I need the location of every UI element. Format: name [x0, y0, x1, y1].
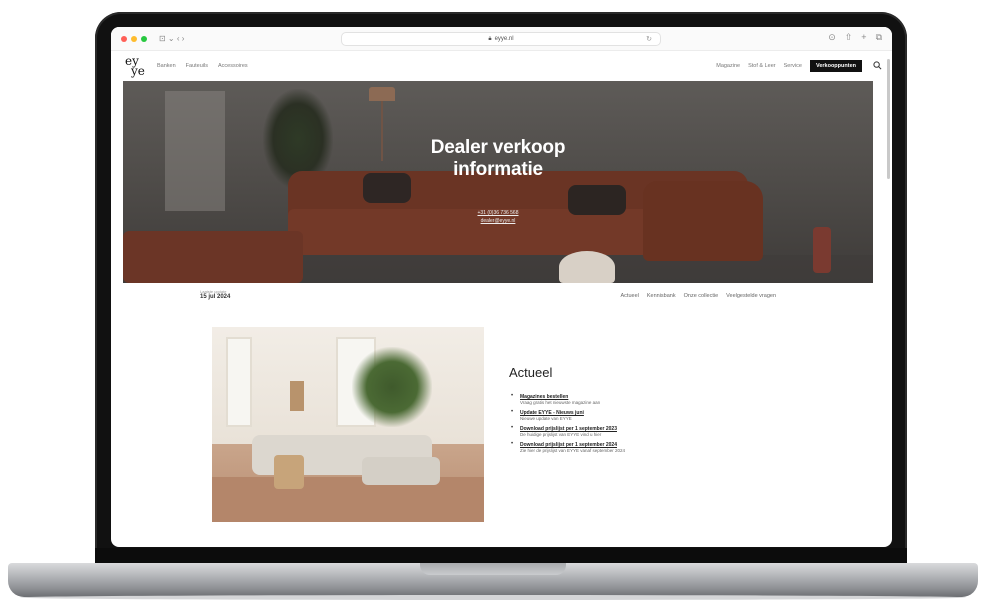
image-stool [274, 455, 304, 489]
actueel-desc: Vraag gratis het nieuwste magazine aan [520, 400, 601, 405]
hero-title-line: informatie [453, 159, 543, 180]
list-item: Download prijslijst per 1 september 2023… [511, 425, 771, 438]
download-icon[interactable]: ⊙ [828, 32, 836, 43]
actueel-desc: Nieuwe update van EYYE [520, 416, 572, 421]
lock-icon: 🔒︎ [488, 35, 492, 42]
section-link-faq[interactable]: Veelgestelde vragen [726, 293, 776, 299]
list-item: Update EYYE - Nieuws juni Nieuwe update … [511, 409, 771, 422]
page-scrollbar[interactable] [887, 59, 890, 179]
hero-email-link[interactable]: dealer@eyye.nl [123, 217, 873, 225]
main-nav: Banken Fauteuils Accessoires [157, 63, 248, 69]
image-window [226, 337, 252, 427]
list-item: Download prijslijst per 1 september 2024… [511, 441, 771, 454]
image-rug [212, 477, 484, 522]
nav-item-banken[interactable]: Banken [157, 63, 176, 69]
hero-ottoman [123, 231, 303, 283]
laptop-screen: ⊡ ⌄ ‹ › 🔒︎ eyye.nl ↻ ⊙ ⇧ + ⧉ ey ye Banke… [111, 27, 892, 547]
hero-banner: Dealer verkoop informatie +31 (0)36 736 … [123, 81, 873, 283]
section-link-actueel[interactable]: Actueel [621, 293, 639, 299]
hero-title: Dealer verkoop informatie [123, 137, 873, 181]
section-link-kennisbank[interactable]: Kennisbank [647, 293, 676, 299]
browser-nav-controls[interactable]: ⊡ ⌄ ‹ › [159, 34, 184, 43]
tabs-overview-icon[interactable]: ⧉ [876, 32, 882, 43]
image-plant [352, 347, 432, 427]
browser-actions: ⊙ ⇧ + ⧉ [828, 32, 882, 43]
close-window-button[interactable] [121, 35, 127, 42]
maximize-window-button[interactable] [141, 35, 147, 42]
section-nav: Actueel Kennisbank Onze collectie Veelge… [621, 293, 777, 299]
new-tab-icon[interactable]: + [861, 32, 866, 43]
hero-contact: +31 (0)36 736 568 dealer@eyye.nl [123, 209, 873, 225]
minimize-window-button[interactable] [131, 35, 137, 42]
refresh-icon[interactable]: ↻ [646, 35, 652, 43]
hero-side-table [559, 251, 615, 283]
secondary-nav: Magazine Stof & Leer Service Verkooppunt… [716, 60, 862, 72]
verkooppunten-button[interactable]: Verkooppunten [809, 60, 862, 72]
hero-title-line: Dealer verkoop [430, 137, 566, 158]
last-update-date: 15 jul 2024 [200, 294, 231, 300]
nav-item-magazine[interactable]: Magazine [716, 63, 740, 69]
site-header: ey ye Banken Fauteuils Accessoires Magaz… [111, 51, 892, 81]
last-update: Laatste update 15 jul 2024 [200, 289, 230, 300]
image-ottoman [362, 457, 440, 485]
laptop-base-notch [420, 563, 566, 575]
hero-vase [813, 227, 831, 273]
nav-item-fauteuils[interactable]: Fauteuils [186, 63, 208, 69]
actueel-list: Magazines bestellen Vraag gratis het nie… [511, 393, 771, 458]
nav-item-stof-leer[interactable]: Stof & Leer [748, 63, 776, 69]
nav-item-accessoires[interactable]: Accessoires [218, 63, 248, 69]
actueel-desc: Zie hier de prijslijst van EYYE vanaf se… [520, 448, 626, 453]
laptop-shadow [20, 595, 966, 600]
search-icon[interactable] [873, 61, 882, 70]
nav-item-service[interactable]: Service [784, 63, 802, 69]
list-item: Magazines bestellen Vraag gratis het nie… [511, 393, 771, 406]
hero-phone-link[interactable]: +31 (0)36 736 568 [123, 209, 873, 217]
image-wall-art [290, 381, 304, 411]
address-bar-url: eyye.nl [494, 36, 514, 42]
address-bar[interactable]: 🔒︎ eyye.nl ↻ [341, 32, 661, 46]
share-icon[interactable]: ⇧ [845, 32, 853, 43]
actueel-desc: De huidige prijslijst van EYYE vind u hi… [520, 432, 602, 437]
actueel-heading: Actueel [509, 365, 553, 380]
living-room-image [212, 327, 484, 522]
site-logo[interactable]: ey ye [125, 55, 151, 77]
hero-lamp [369, 87, 395, 101]
section-link-collectie[interactable]: Onze collectie [684, 293, 719, 299]
browser-toolbar: ⊡ ⌄ ‹ › 🔒︎ eyye.nl ↻ ⊙ ⇧ + ⧉ [111, 27, 892, 51]
